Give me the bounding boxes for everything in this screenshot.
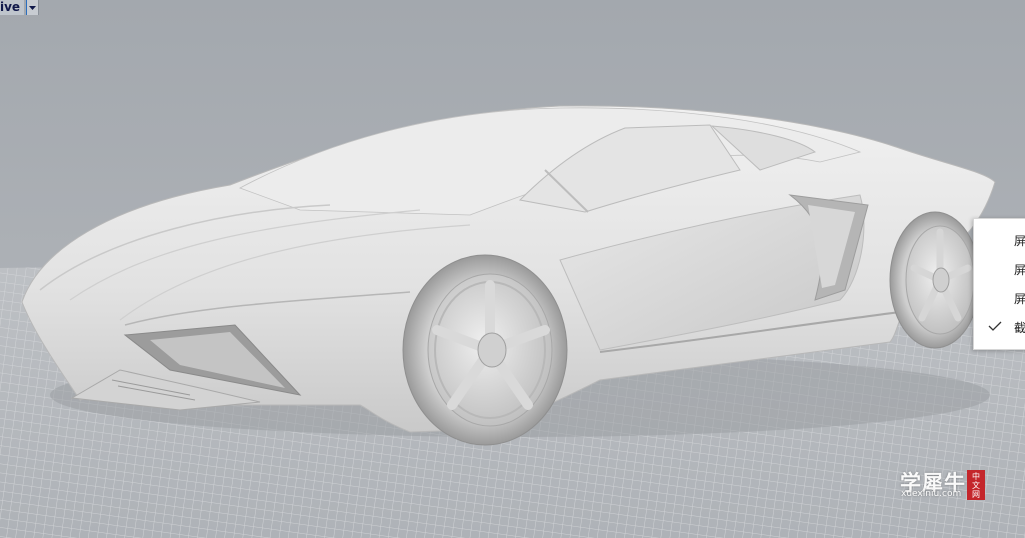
context-menu-item-checked[interactable]: 截 — [974, 312, 1025, 341]
svg-text:网: 网 — [972, 490, 980, 499]
context-menu-item[interactable]: 屏 — [974, 283, 1025, 312]
context-menu-item[interactable]: 屏 — [974, 254, 1025, 283]
checkmark-icon — [988, 320, 1002, 334]
menu-item-label: 屏 — [1014, 234, 1025, 248]
triangle-down-icon[interactable] — [27, 0, 40, 15]
perspective-viewport-scene — [0, 0, 1025, 538]
svg-text:中: 中 — [972, 471, 980, 481]
context-menu-item[interactable]: 屏 — [974, 225, 1025, 254]
rear-wheel — [889, 211, 981, 349]
menu-item-label: 截 — [1014, 321, 1025, 335]
viewport-title[interactable]: ive — [0, 0, 25, 15]
viewport-title-tab[interactable]: ive — [0, 0, 40, 15]
watermark-url: xuexiniu.com — [901, 489, 962, 499]
watermark-logo: 学犀牛 xuexiniu.com 中 文 网 — [890, 467, 988, 503]
viewport-canvas[interactable]: ive 屏 屏 屏 截 学犀牛 xuexiniu.com 中 文 网 — [0, 0, 1025, 538]
menu-item-label: 屏 — [1014, 263, 1025, 277]
menu-item-label: 屏 — [1014, 292, 1025, 306]
watermark-seal: 中 文 网 — [967, 470, 985, 500]
svg-text:文: 文 — [972, 480, 980, 490]
front-wheel — [402, 254, 568, 446]
context-menu: 屏 屏 屏 截 — [973, 218, 1025, 350]
